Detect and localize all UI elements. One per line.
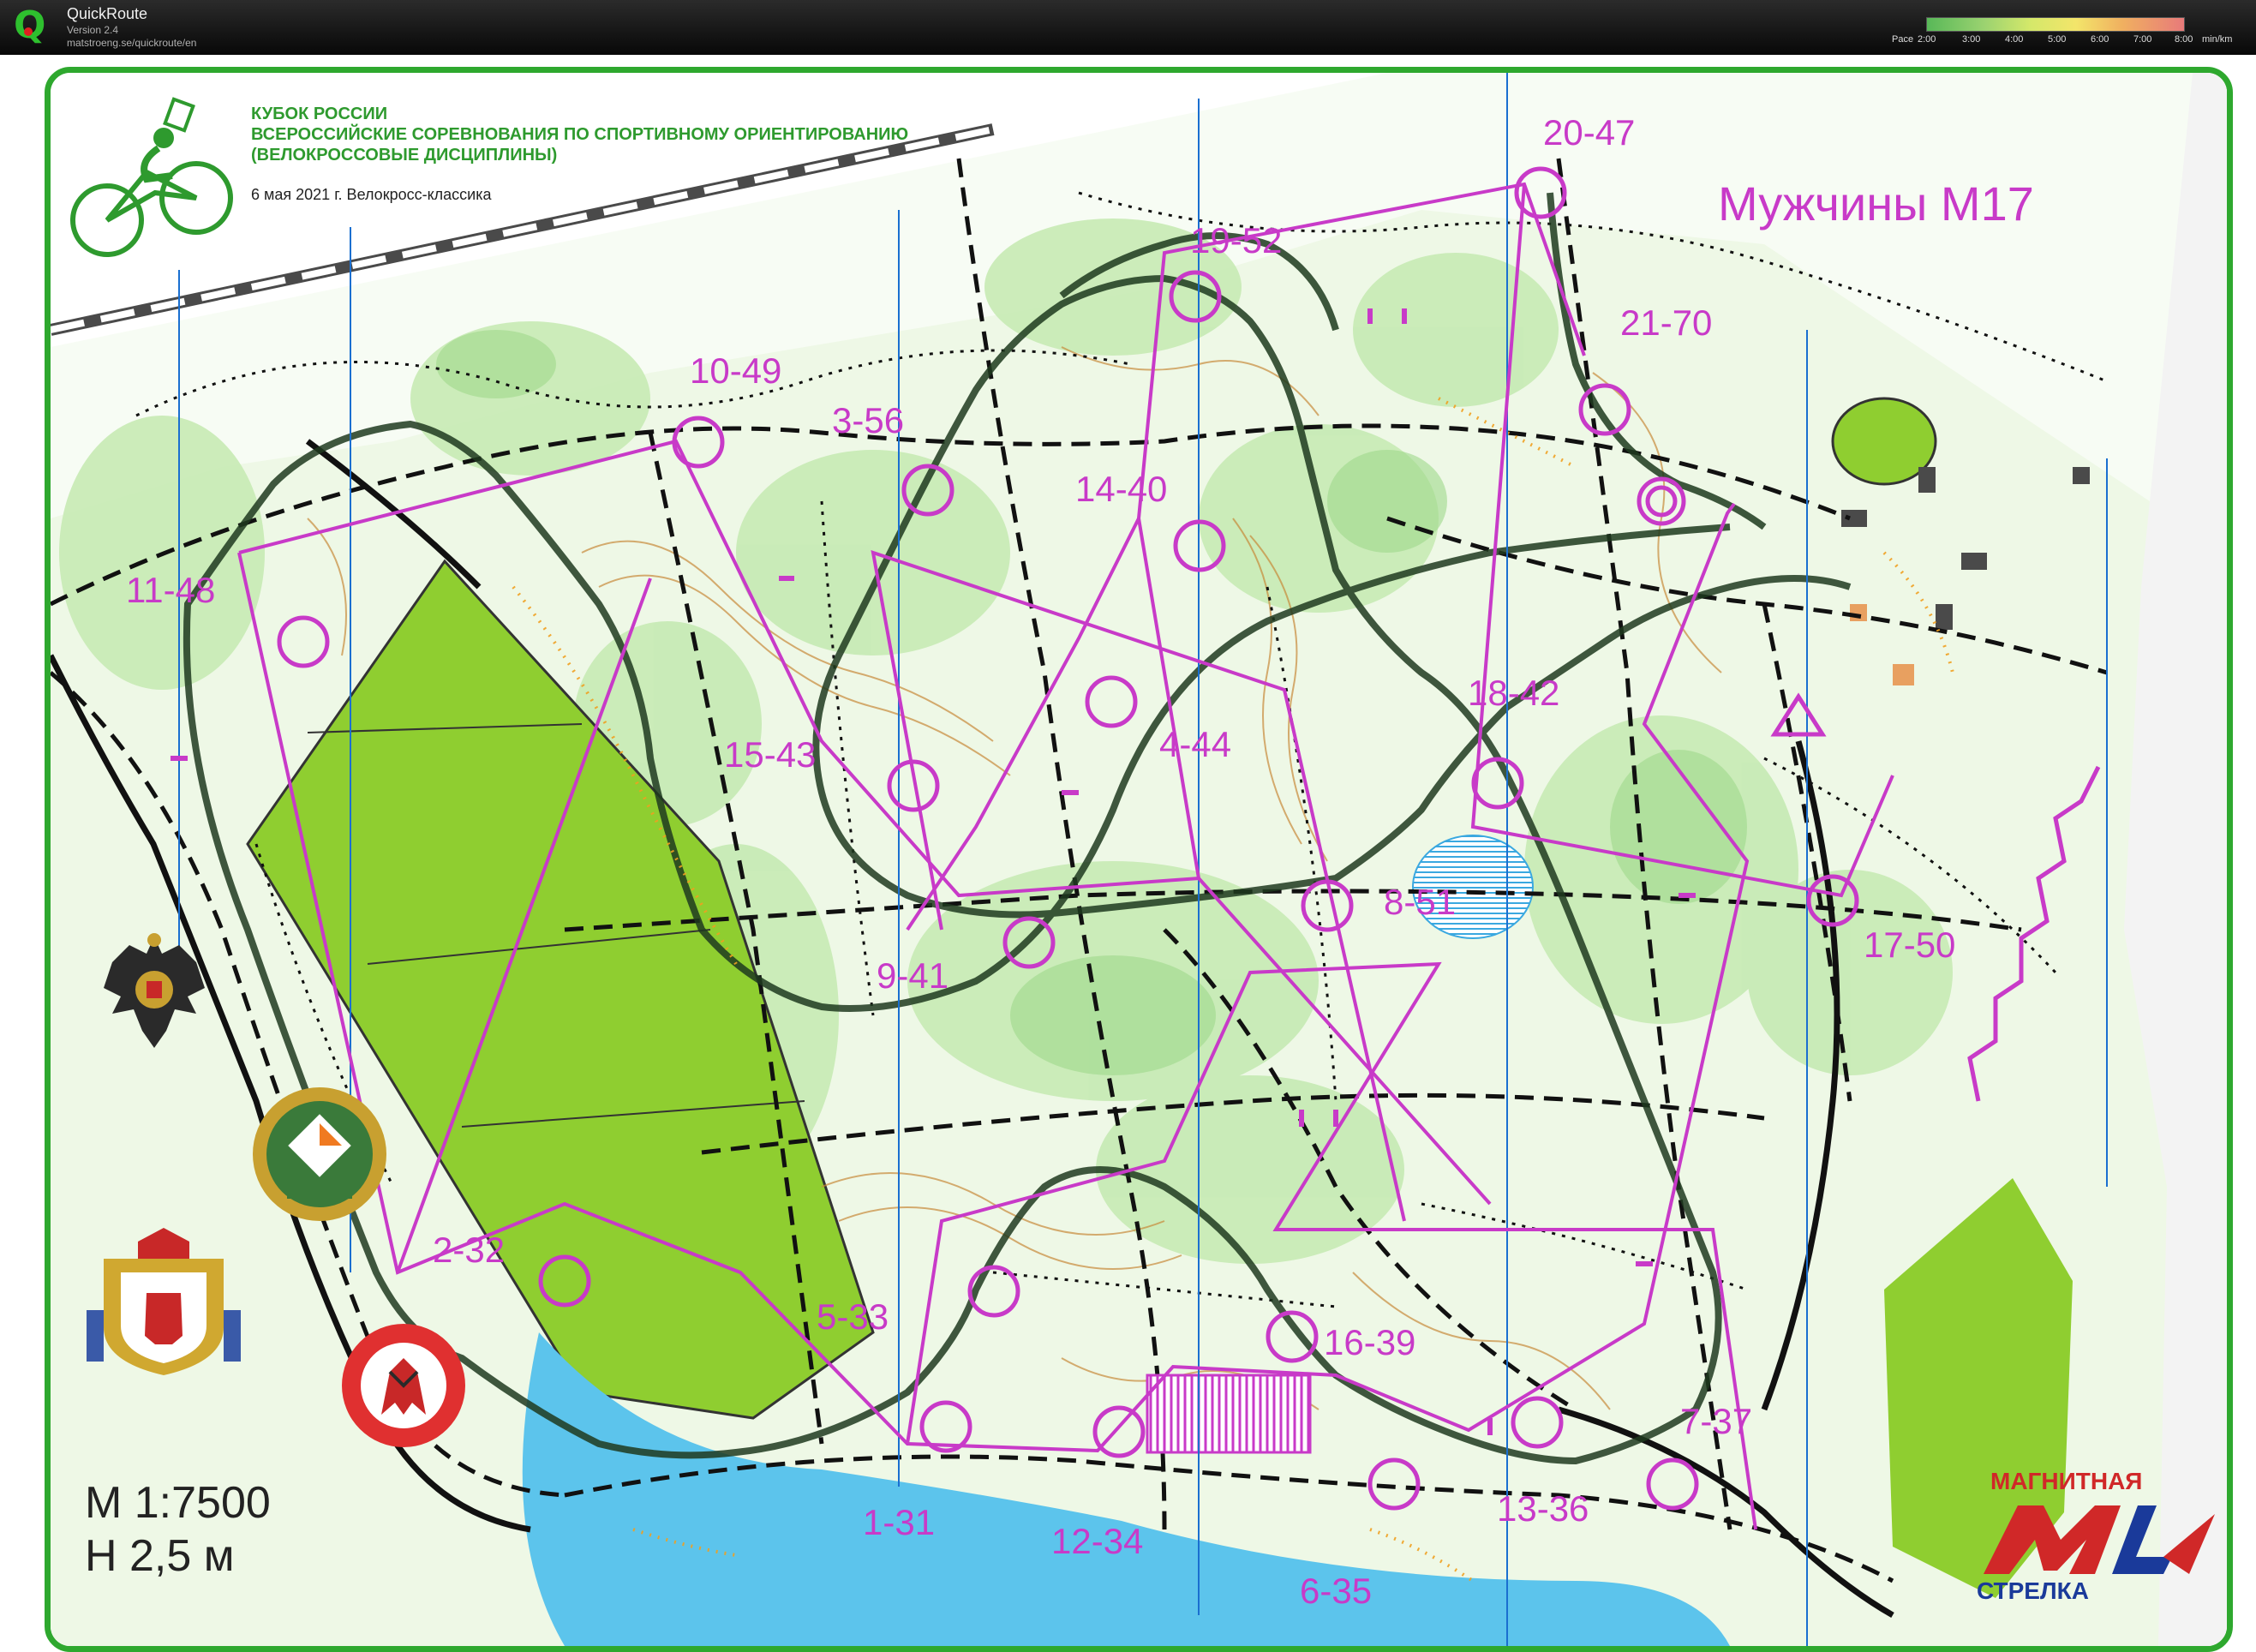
map-canvas[interactable]: КУБОК РОССИИ ВСЕРОССИЙСКИЕ СОРЕВНОВАНИЯ … xyxy=(45,67,2233,1652)
pace-tick: 8:00 xyxy=(2175,34,2193,45)
control-label-8: 8-51 xyxy=(1384,882,1457,922)
app-title: QuickRoute xyxy=(67,5,148,22)
control-label-1: 1-31 xyxy=(863,1502,936,1542)
control-label-15: 15-43 xyxy=(724,734,817,775)
out-of-bounds-area xyxy=(1146,1374,1312,1454)
window-titlebar: Q QuickRoute Version 2.4 matstroeng.se/q… xyxy=(0,0,2256,55)
app-version: Version 2.4 xyxy=(67,24,119,36)
app-url[interactable]: matstroeng.se/quickroute/en xyxy=(67,37,196,49)
control-label-19: 19-52 xyxy=(1190,220,1283,260)
pace-tick: 3:00 xyxy=(1962,34,1981,45)
nizhny-novgorod-coat-of-arms-icon xyxy=(87,1228,241,1375)
control-label-5: 5-33 xyxy=(817,1296,889,1337)
pace-tick: 4:00 xyxy=(2005,34,2024,45)
control-label-16: 16-39 xyxy=(1324,1322,1416,1362)
event-title-line-2: ВСЕРОССИЙСКИЕ СОРЕВНОВАНИЯ ПО СПОРТИВНОМ… xyxy=(251,125,909,144)
control-label-10: 10-49 xyxy=(690,350,782,391)
pace-color-scale xyxy=(1926,17,2185,32)
control-label-11: 11-48 xyxy=(126,570,216,610)
class-title: Мужчины М17 xyxy=(1718,177,2034,230)
control-label-4: 4-44 xyxy=(1159,724,1232,764)
map-scale: М 1:7500 Н 2,5 м xyxy=(85,1476,271,1583)
pace-tick: 2:00 xyxy=(1918,34,1936,45)
sponsor-name-top: МАГНИТНАЯ xyxy=(1990,1468,2143,1494)
sponsor-logo: МАГНИТНАЯ СТРЕЛКА xyxy=(1970,1468,2227,1613)
control-label-12: 12-34 xyxy=(1051,1521,1144,1561)
event-header: КУБОК РОССИИ ВСЕРОССИЙСКИЕ СОРЕВНОВАНИЯ … xyxy=(251,104,1022,204)
contour-interval: Н 2,5 м xyxy=(85,1531,235,1581)
pace-tick: 5:00 xyxy=(2048,34,2067,45)
event-title-line-3: (ВЕЛОКРОССОВЫЕ ДИСЦИПЛИНЫ) xyxy=(251,146,558,165)
pace-unit: min/km xyxy=(2202,34,2233,45)
control-label-17: 17-50 xyxy=(1864,925,1956,965)
pace-tick: 7:00 xyxy=(2133,34,2152,45)
control-label-21: 21-70 xyxy=(1620,302,1713,343)
pace-legend: Pace 2:00 3:00 4:00 5:00 6:00 7:00 8:00 … xyxy=(1892,14,2235,53)
control-label-20: 20-47 xyxy=(1543,112,1636,153)
pace-prefix: Pace xyxy=(1892,34,1914,45)
magnetic-arrow-logo-icon xyxy=(1984,1505,2215,1574)
nizhny-novgorod-region-federation-emblem-icon xyxy=(342,1324,465,1447)
quickroute-logo-icon: Q xyxy=(14,7,48,46)
control-label-14: 14-40 xyxy=(1075,469,1168,509)
orienteering-federation-emblem-icon xyxy=(253,1087,386,1221)
control-label-13: 13-36 xyxy=(1497,1488,1589,1529)
event-title-line-1: КУБОК РОССИИ xyxy=(251,105,388,123)
control-label-18: 18-42 xyxy=(1468,673,1560,713)
control-label-6: 6-35 xyxy=(1300,1571,1373,1611)
pace-tick: 6:00 xyxy=(2091,34,2109,45)
control-label-9: 9-41 xyxy=(877,955,949,996)
control-label-3: 3-56 xyxy=(832,400,905,440)
control-label-7: 7-37 xyxy=(1680,1401,1753,1441)
control-label-2: 2-32 xyxy=(433,1230,506,1270)
sponsor-name-bottom: СТРЕЛКА xyxy=(1977,1577,2089,1604)
event-date: 6 мая 2021 г. Велокросс-классика xyxy=(251,186,492,203)
map-scale-ratio: М 1:7500 xyxy=(85,1478,271,1528)
cycling-event-logo-icon xyxy=(70,97,233,257)
russian-eagle-emblem-icon xyxy=(104,933,205,1048)
